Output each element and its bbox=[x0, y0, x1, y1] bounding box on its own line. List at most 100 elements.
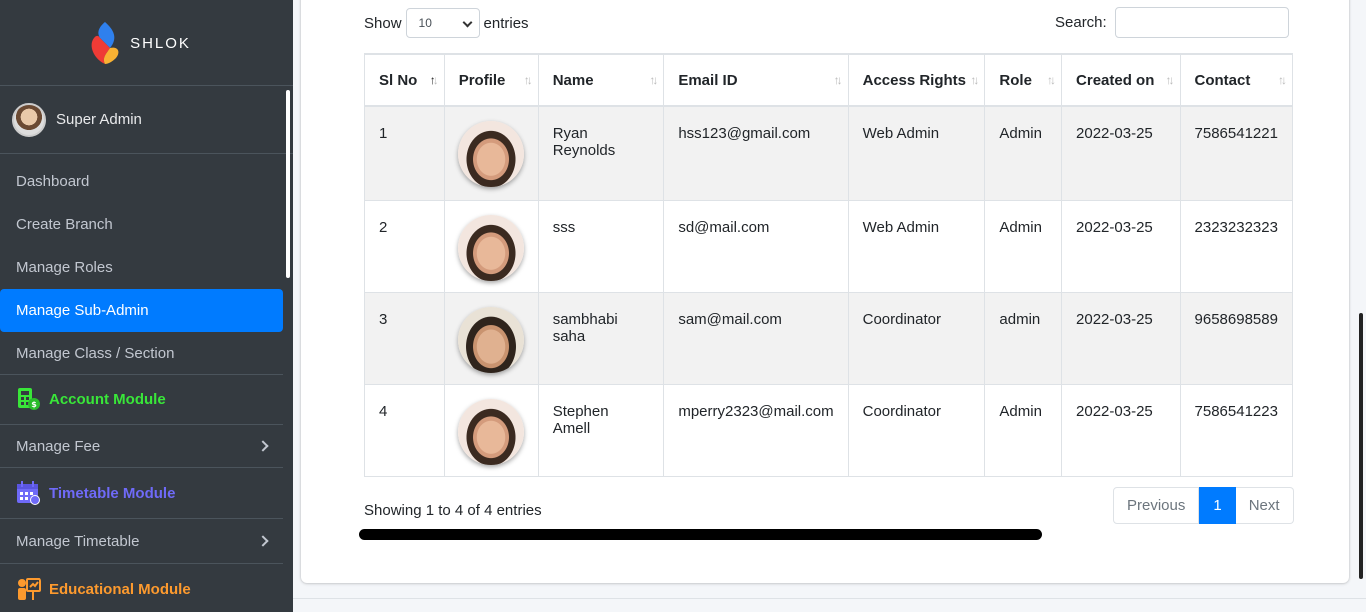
table-header-row: Sl No ↑↓ Profile ↑↓ Name ↑↓ Email ID ↑↓ Acce… bbox=[364, 53, 1294, 107]
cell-email: sam@mail.com bbox=[663, 291, 849, 385]
sort-icon: ↑↓ bbox=[523, 73, 533, 87]
account-module-icon: $ bbox=[18, 388, 40, 410]
table-info: Showing 1 to 4 of 4 entries bbox=[364, 502, 542, 519]
page-1-button[interactable]: 1 bbox=[1199, 487, 1236, 524]
cell-created-on: 2022-03-25 bbox=[1061, 291, 1181, 385]
cell-access-rights: Coordinator bbox=[847, 291, 986, 385]
manage-fee-label: Manage Fee bbox=[16, 437, 101, 455]
cell-name: Ryan Reynolds bbox=[537, 105, 665, 201]
table-row[interactable]: 3 sambhabi saha sam@mail.com Coordinator… bbox=[364, 291, 1294, 385]
cell-access-rights: Web Admin bbox=[847, 105, 986, 201]
manage-timetable-label: Manage Timetable bbox=[16, 532, 140, 550]
table-row[interactable]: 4 Stephen Amell mperry2323@mail.com Coor… bbox=[364, 383, 1294, 477]
next-page-button[interactable]: Next bbox=[1235, 487, 1294, 524]
educational-module-label: Educational Module bbox=[49, 580, 191, 598]
column-header-access-rights[interactable]: Access Rights ↑↓ bbox=[847, 53, 986, 107]
cell-role: admin bbox=[984, 291, 1063, 385]
teacher-board-icon bbox=[18, 577, 41, 600]
cell-created-on: 2022-03-25 bbox=[1061, 105, 1181, 201]
brand-link[interactable]: SHLOK bbox=[0, 0, 293, 86]
previous-page-button[interactable]: Previous bbox=[1113, 487, 1200, 524]
entries-label: entries bbox=[483, 14, 529, 32]
account-module-label: Account Module bbox=[49, 391, 166, 408]
column-header-profile[interactable]: Profile ↑↓ bbox=[443, 53, 539, 107]
cell-role: Admin bbox=[984, 199, 1063, 293]
column-header-contact[interactable]: Contact ↑↓ bbox=[1179, 53, 1294, 107]
cell-access-rights: Web Admin bbox=[847, 199, 986, 293]
search-label: Search: bbox=[1055, 14, 1107, 31]
profile-photo bbox=[457, 306, 524, 373]
user-name: Super Admin bbox=[56, 111, 142, 128]
timetable-module-label: Timetable Module bbox=[49, 484, 176, 502]
cell-email: mperry2323@mail.com bbox=[663, 383, 849, 477]
footer-divider bbox=[293, 598, 1366, 599]
user-panel[interactable]: Super Admin bbox=[0, 86, 293, 154]
sort-icon: ↑↓ bbox=[649, 73, 658, 87]
cell-email: hss123@gmail.com bbox=[663, 105, 849, 201]
cell-contact: 7586541221 bbox=[1179, 105, 1294, 201]
sidebar-item-dashboard[interactable]: Dashboard bbox=[0, 160, 283, 203]
avatar bbox=[12, 102, 46, 137]
sort-icon: ↑↓ bbox=[970, 73, 979, 87]
cell-name: sss bbox=[537, 199, 665, 293]
cell-sl-no: 3 bbox=[364, 291, 445, 385]
chevron-right-icon bbox=[257, 535, 269, 547]
cell-sl-no: 1 bbox=[364, 105, 445, 201]
sidebar-nav: Dashboard Create Branch Manage Roles Man… bbox=[0, 154, 293, 612]
column-header-role[interactable]: Role ↑↓ bbox=[984, 53, 1063, 107]
sidebar-item-manage-sub-admin[interactable]: Manage Sub-Admin bbox=[0, 289, 283, 332]
cell-profile bbox=[443, 199, 539, 293]
sort-icon: ↑↓ bbox=[429, 73, 439, 87]
cell-contact: 2323232323 bbox=[1179, 199, 1294, 293]
table-row[interactable]: 1 Ryan Reynolds hss123@gmail.com Web Adm… bbox=[364, 105, 1294, 201]
cell-email: sd@mail.com bbox=[663, 199, 849, 293]
sidebar-item-manage-timetable[interactable]: Manage Timetable bbox=[0, 519, 283, 564]
cell-name: Stephen Amell bbox=[537, 383, 665, 477]
cell-sl-no: 2 bbox=[364, 199, 445, 293]
sidebar-module-account[interactable]: $ Account Module bbox=[0, 375, 283, 425]
column-header-email[interactable]: Email ID ↑↓ bbox=[663, 53, 849, 107]
cell-sl-no: 4 bbox=[364, 383, 445, 477]
sidebar-scrollbar[interactable] bbox=[286, 90, 290, 278]
pagination: Previous 1 Next bbox=[1113, 487, 1294, 524]
cell-name: sambhabi saha bbox=[537, 291, 665, 385]
chevron-down-icon bbox=[462, 17, 472, 28]
sidebar-item-manage-class-section[interactable]: Manage Class / Section bbox=[0, 332, 283, 375]
sidebar-item-create-branch[interactable]: Create Branch bbox=[0, 203, 283, 246]
cell-access-rights: Coordinator bbox=[847, 383, 986, 477]
table-search: Search: bbox=[1055, 7, 1289, 38]
show-label: Show bbox=[364, 14, 402, 32]
sidebar-item-manage-roles[interactable]: Manage Roles bbox=[0, 246, 283, 289]
table-row[interactable]: 2 sss sd@mail.com Web Admin Admin 2022-0… bbox=[364, 199, 1294, 293]
sidebar-item-manage-fee[interactable]: Manage Fee bbox=[0, 425, 283, 468]
entries-select-value: 10 bbox=[418, 16, 432, 30]
sort-icon: ↑↓ bbox=[1165, 73, 1175, 87]
cell-role: Admin bbox=[984, 105, 1063, 201]
column-header-name[interactable]: Name ↑↓ bbox=[537, 53, 665, 107]
page-scrollbar[interactable] bbox=[1359, 313, 1363, 579]
cell-created-on: 2022-03-25 bbox=[1061, 383, 1181, 477]
sidebar-module-timetable[interactable]: Timetable Module bbox=[0, 468, 283, 519]
cell-profile bbox=[443, 383, 539, 477]
cell-created-on: 2022-03-25 bbox=[1061, 199, 1181, 293]
entries-select[interactable]: 10 bbox=[405, 8, 480, 38]
sub-admin-table: Sl No ↑↓ Profile ↑↓ Name ↑↓ Email ID ↑↓ Acce… bbox=[364, 53, 1294, 477]
profile-photo bbox=[457, 214, 524, 281]
cell-role: Admin bbox=[984, 383, 1063, 477]
chevron-right-icon bbox=[257, 440, 269, 452]
column-header-created-on[interactable]: Created on ↑↓ bbox=[1061, 53, 1181, 107]
entries-length-control: Show 10 entries bbox=[364, 8, 529, 38]
sort-icon: ↑↓ bbox=[1047, 73, 1056, 87]
brand-name: SHLOK bbox=[130, 35, 191, 52]
profile-photo bbox=[457, 398, 524, 465]
horizontal-scrollbar[interactable] bbox=[359, 529, 1042, 540]
search-input[interactable] bbox=[1114, 7, 1289, 38]
column-header-sl-no[interactable]: Sl No ↑↓ bbox=[364, 53, 445, 107]
sidebar-module-educational[interactable]: Educational Module bbox=[0, 564, 283, 612]
cell-profile bbox=[443, 105, 539, 201]
cell-contact: 9658698589 bbox=[1179, 291, 1294, 385]
sort-icon: ↑↓ bbox=[1278, 73, 1287, 87]
cell-contact: 7586541223 bbox=[1179, 383, 1294, 477]
shlok-logo-icon bbox=[91, 21, 119, 64]
profile-photo bbox=[457, 121, 524, 187]
